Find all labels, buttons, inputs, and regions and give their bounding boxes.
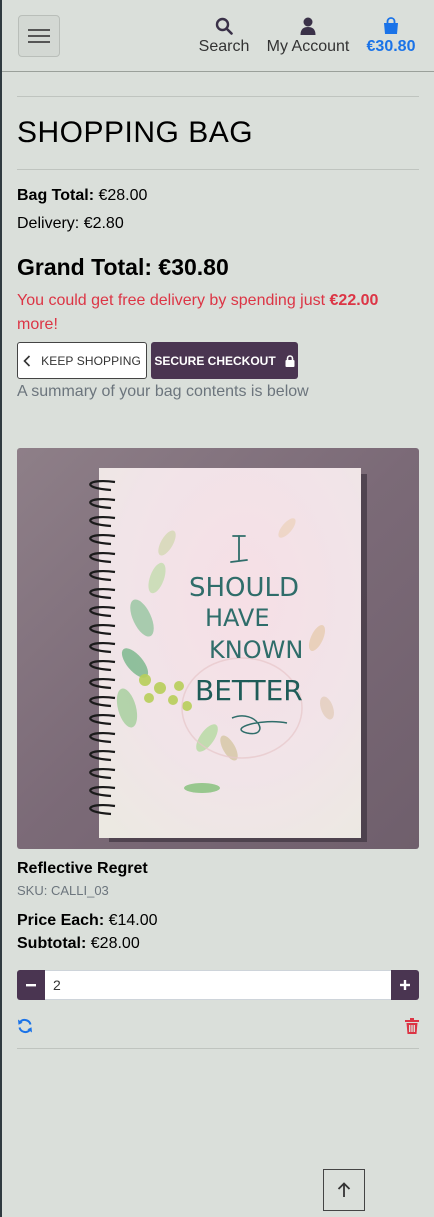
trash-icon	[405, 1018, 419, 1034]
svg-text:HAVE: HAVE	[205, 604, 270, 632]
quantity-stepper	[17, 970, 419, 1000]
delivery-line: Delivery: €2.80	[17, 214, 419, 234]
menu-toggle-button[interactable]	[18, 15, 60, 57]
product-sku: SKU: CALLI_03	[17, 883, 109, 898]
remove-item-button[interactable]	[405, 1018, 419, 1039]
refresh-icon	[18, 1018, 32, 1034]
secure-checkout-button[interactable]: SECURE CHECKOUT	[151, 342, 298, 379]
nav-search-link[interactable]: Search	[198, 16, 250, 56]
free-delivery-amount: €22.00	[329, 292, 379, 309]
delivery-label: Delivery:	[17, 215, 80, 232]
page-frame: Search My Account €30.80 SHOPPING BAG Ba…	[2, 0, 434, 1217]
hamburger-icon	[28, 29, 50, 43]
product-name: Reflective Regret	[17, 860, 148, 877]
nav-account-link[interactable]: My Account	[264, 16, 352, 56]
arrow-up-icon	[337, 1182, 351, 1197]
keep-shopping-button[interactable]: KEEP SHOPPING	[17, 342, 147, 379]
bag-total-value: €28.00	[98, 187, 148, 204]
svg-text:KNOWN: KNOWN	[209, 636, 303, 664]
lock-icon	[285, 354, 295, 367]
free-delivery-suffix: more!	[17, 316, 58, 333]
product-image: SHOULD HAVE KNOWN BETTER	[17, 448, 419, 849]
keep-shopping-label: KEEP SHOPPING	[41, 353, 141, 368]
nav-bag-link[interactable]: €30.80	[363, 16, 419, 56]
page-title: SHOPPING BAG	[17, 116, 254, 149]
shopping-bag-icon	[384, 17, 398, 34]
nav-bag-total: €30.80	[366, 38, 416, 55]
site-header: Search My Account €30.80	[2, 0, 434, 72]
secure-checkout-label: SECURE CHECKOUT	[154, 353, 276, 368]
decrement-quantity-button[interactable]	[17, 970, 45, 1000]
price-each-value: €14.00	[108, 912, 158, 929]
price-each-line: Price Each: €14.00	[17, 911, 419, 931]
chevron-left-icon	[23, 354, 31, 367]
update-item-button[interactable]	[17, 1018, 33, 1039]
plus-icon	[400, 980, 410, 990]
bag-total-line: Bag Total: €28.00	[17, 186, 419, 206]
delivery-value: €2.80	[83, 215, 124, 232]
increment-quantity-button[interactable]	[391, 970, 419, 1000]
bag-total-label: Bag Total:	[17, 187, 95, 204]
item-actions	[17, 1018, 419, 1038]
nav-search-label: Search	[198, 38, 250, 55]
back-to-top-button[interactable]	[323, 1169, 365, 1211]
nav-account-label: My Account	[266, 38, 350, 55]
divider	[17, 1048, 419, 1049]
svg-text:BETTER: BETTER	[195, 674, 303, 707]
svg-text:SHOULD: SHOULD	[189, 573, 299, 603]
grand-total-line: Grand Total: €30.80	[17, 253, 419, 281]
grand-total-value: €30.80	[158, 254, 229, 280]
subtotal-label: Subtotal:	[17, 935, 87, 952]
minus-icon	[26, 984, 36, 987]
grand-total-label: Grand Total:	[17, 254, 153, 280]
free-delivery-message: You could get free delivery by spending …	[17, 289, 419, 337]
bag-actions: KEEP SHOPPING SECURE CHECKOUT	[17, 342, 419, 379]
subtotal-value: €28.00	[90, 935, 140, 952]
main-content: SHOPPING BAG Bag Total: €28.00 Delivery:…	[17, 71, 419, 1049]
subtotal-line: Subtotal: €28.00	[17, 934, 419, 954]
price-each-label: Price Each:	[17, 912, 105, 929]
quantity-input[interactable]	[45, 970, 391, 1000]
free-delivery-prefix: You could get free delivery by spending …	[17, 292, 326, 309]
bag-summary-note: A summary of your bag contents is below	[17, 383, 309, 400]
search-icon	[215, 17, 233, 35]
user-icon	[300, 17, 316, 35]
